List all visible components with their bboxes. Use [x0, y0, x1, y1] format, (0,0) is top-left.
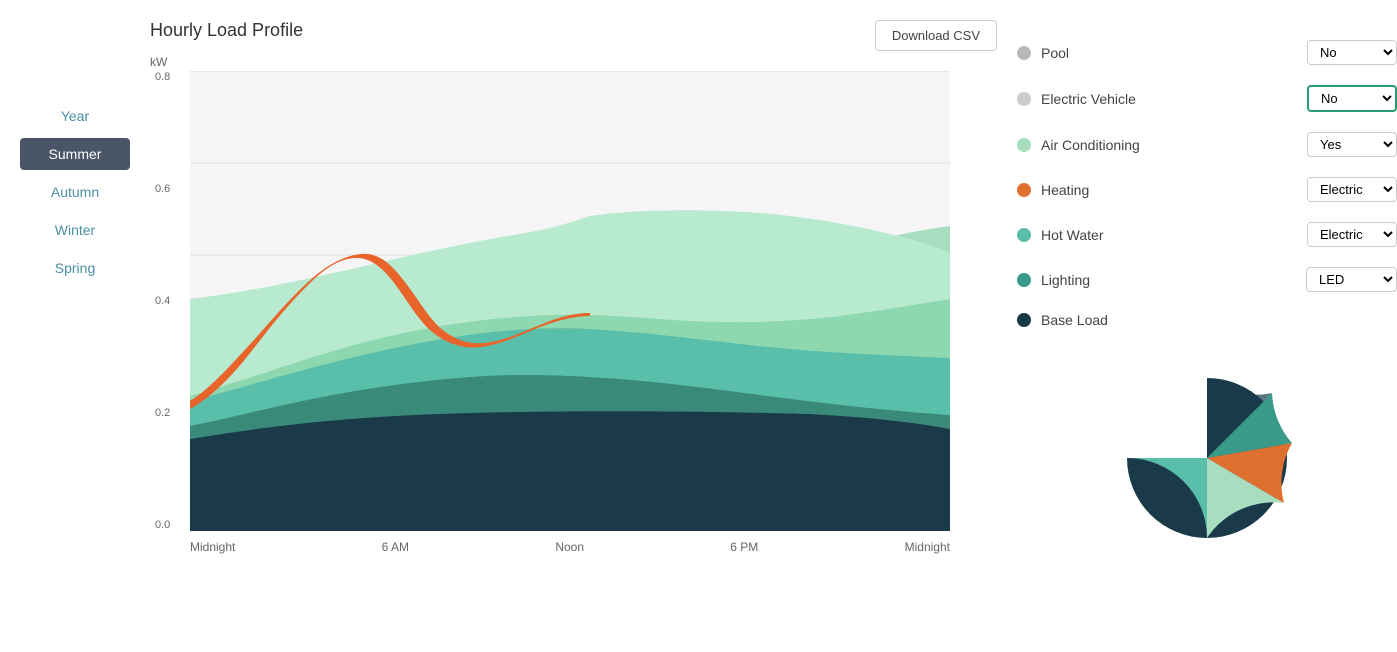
lighting-select[interactable]: LED Standard — [1306, 267, 1397, 292]
legend-row-air-conditioning: Air Conditioning No Yes — [1017, 122, 1397, 167]
y-label-04: 0.4 — [155, 295, 170, 307]
chart-wrapper: 0.8 0.6 0.4 0.2 0.0 — [190, 71, 997, 551]
chart-area: Midnight 6 AM Noon 6 PM Midnight — [190, 71, 950, 551]
legend-row-electric-vehicle: Electric Vehicle No Yes — [1017, 75, 1397, 122]
legend-row-heating: Heating Electric Gas No — [1017, 167, 1397, 212]
chart-title: Hourly Load Profile — [150, 20, 303, 41]
download-csv-button[interactable]: Download CSV — [875, 20, 997, 51]
x-label-6pm: 6 PM — [730, 540, 758, 554]
electric-vehicle-select[interactable]: No Yes — [1307, 85, 1397, 112]
legend-row-base-load: Base Load — [1017, 302, 1397, 338]
hot-water-dot — [1017, 228, 1031, 242]
chart-title-area: Hourly Load Profile — [150, 20, 303, 41]
y-label-08: 0.8 — [155, 71, 170, 83]
lighting-label: Lighting — [1041, 272, 1296, 288]
y-axis-labels: 0.8 0.6 0.4 0.2 0.0 — [155, 71, 170, 531]
x-label-noon: Noon — [555, 540, 584, 554]
air-conditioning-select[interactable]: No Yes — [1307, 132, 1397, 157]
heating-label: Heating — [1041, 182, 1297, 198]
season-sidebar: Year Summer Autumn Winter Spring — [0, 0, 140, 284]
hot-water-select[interactable]: Electric Gas No — [1307, 222, 1397, 247]
electric-vehicle-dot — [1017, 92, 1031, 106]
chart-header: Hourly Load Profile Download CSV — [150, 20, 997, 51]
main-content: Hourly Load Profile Download CSV kW 0.8 … — [140, 0, 1007, 571]
pie-chart — [1117, 368, 1297, 548]
sidebar-item-year[interactable]: Year — [20, 100, 130, 132]
x-axis-labels: Midnight 6 AM Noon 6 PM Midnight — [190, 540, 950, 554]
chart-unit: kW — [150, 55, 997, 69]
sidebar-item-winter[interactable]: Winter — [20, 214, 130, 246]
pool-label: Pool — [1041, 45, 1297, 61]
air-conditioning-dot — [1017, 138, 1031, 152]
sidebar-item-spring[interactable]: Spring — [20, 252, 130, 284]
base-load-dot — [1017, 313, 1031, 327]
heating-dot — [1017, 183, 1031, 197]
sidebar-item-autumn[interactable]: Autumn — [20, 176, 130, 208]
pool-select[interactable]: No Yes — [1307, 40, 1397, 65]
right-panel: Pool No Yes Electric Vehicle No Yes Air … — [1007, 0, 1397, 548]
lighting-dot — [1017, 273, 1031, 287]
legend-row-pool: Pool No Yes — [1017, 30, 1397, 75]
heating-select[interactable]: Electric Gas No — [1307, 177, 1397, 202]
pie-chart-container — [1017, 368, 1397, 548]
legend-row-hot-water: Hot Water Electric Gas No — [1017, 212, 1397, 257]
hot-water-label: Hot Water — [1041, 227, 1297, 243]
x-label-midnight-end: Midnight — [905, 540, 950, 554]
air-conditioning-label: Air Conditioning — [1041, 137, 1297, 153]
base-load-label: Base Load — [1041, 312, 1397, 328]
x-label-6am: 6 AM — [382, 540, 409, 554]
sidebar-item-summer[interactable]: Summer — [20, 138, 130, 170]
chart-overlay — [190, 71, 950, 531]
pool-dot — [1017, 46, 1031, 60]
x-label-midnight-start: Midnight — [190, 540, 235, 554]
electric-vehicle-label: Electric Vehicle — [1041, 91, 1297, 107]
y-label-02: 0.2 — [155, 407, 170, 419]
y-label-06: 0.6 — [155, 183, 170, 195]
legend-row-lighting: Lighting LED Standard — [1017, 257, 1397, 302]
y-label-00: 0.0 — [155, 519, 170, 531]
